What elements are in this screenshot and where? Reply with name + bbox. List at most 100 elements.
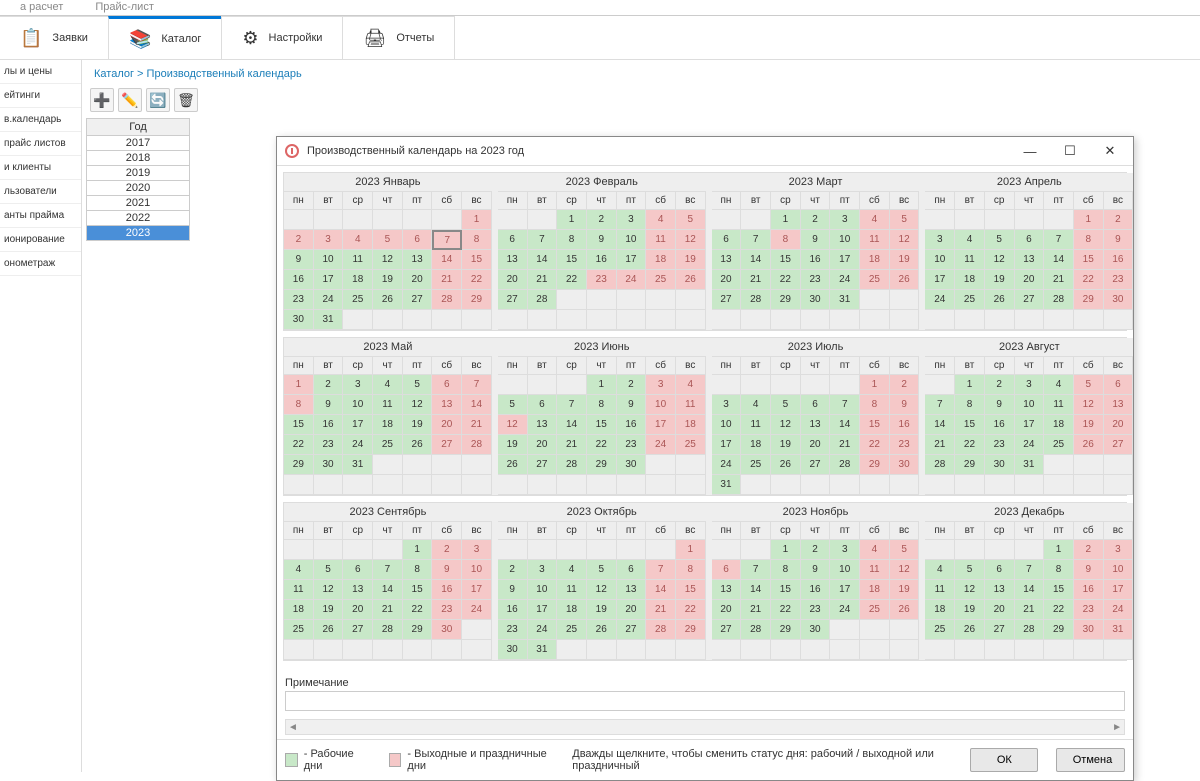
- day-cell[interactable]: 24: [646, 435, 676, 455]
- day-cell[interactable]: 18: [646, 250, 676, 270]
- day-cell[interactable]: 9: [617, 395, 647, 415]
- day-cell[interactable]: 2: [1104, 210, 1134, 230]
- day-cell[interactable]: 24: [830, 270, 860, 290]
- day-cell[interactable]: 30: [1074, 620, 1104, 640]
- day-cell[interactable]: 7: [1015, 560, 1045, 580]
- day-cell[interactable]: 15: [284, 415, 314, 435]
- day-cell[interactable]: 22: [676, 600, 706, 620]
- day-cell[interactable]: 23: [985, 435, 1015, 455]
- day-cell[interactable]: 7: [741, 230, 771, 250]
- day-cell[interactable]: 11: [676, 395, 706, 415]
- day-cell[interactable]: 25: [955, 290, 985, 310]
- day-cell[interactable]: 31: [1015, 455, 1045, 475]
- day-cell[interactable]: 13: [801, 415, 831, 435]
- day-cell[interactable]: 11: [373, 395, 403, 415]
- day-cell[interactable]: 31: [528, 640, 558, 660]
- day-cell[interactable]: 20: [343, 600, 373, 620]
- day-cell[interactable]: 5: [890, 210, 920, 230]
- day-cell[interactable]: 30: [314, 455, 344, 475]
- day-cell[interactable]: 23: [890, 435, 920, 455]
- day-cell[interactable]: 6: [1104, 375, 1134, 395]
- day-cell[interactable]: 7: [1044, 230, 1074, 250]
- day-cell[interactable]: 19: [890, 580, 920, 600]
- day-cell[interactable]: 6: [343, 560, 373, 580]
- day-cell[interactable]: 28: [432, 290, 462, 310]
- day-cell[interactable]: 6: [985, 560, 1015, 580]
- day-cell[interactable]: 14: [557, 415, 587, 435]
- day-cell[interactable]: 12: [403, 395, 433, 415]
- day-cell[interactable]: 2: [284, 230, 314, 250]
- day-cell[interactable]: 29: [860, 455, 890, 475]
- day-cell[interactable]: 2: [617, 375, 647, 395]
- minimize-button[interactable]: —: [1015, 141, 1045, 161]
- day-cell[interactable]: 13: [1015, 250, 1045, 270]
- day-cell[interactable]: 28: [528, 290, 558, 310]
- day-cell[interactable]: 6: [498, 230, 528, 250]
- day-cell[interactable]: 18: [343, 270, 373, 290]
- day-cell[interactable]: 10: [462, 560, 492, 580]
- day-cell[interactable]: 26: [985, 290, 1015, 310]
- day-cell[interactable]: 19: [771, 435, 801, 455]
- maximize-button[interactable]: ☐: [1055, 141, 1085, 161]
- day-cell[interactable]: 30: [432, 620, 462, 640]
- day-cell[interactable]: 29: [1044, 620, 1074, 640]
- day-cell[interactable]: 17: [314, 270, 344, 290]
- day-cell[interactable]: 10: [314, 250, 344, 270]
- day-cell[interactable]: 6: [403, 230, 433, 250]
- day-cell[interactable]: 5: [1074, 375, 1104, 395]
- day-cell[interactable]: 27: [985, 620, 1015, 640]
- day-cell[interactable]: 1: [771, 210, 801, 230]
- day-cell[interactable]: 23: [1074, 600, 1104, 620]
- day-cell[interactable]: 24: [343, 435, 373, 455]
- day-cell[interactable]: 26: [403, 435, 433, 455]
- top-tab[interactable]: а расчет: [4, 0, 79, 15]
- day-cell[interactable]: 6: [528, 395, 558, 415]
- day-cell[interactable]: 4: [860, 540, 890, 560]
- day-cell[interactable]: 5: [587, 560, 617, 580]
- day-cell[interactable]: 23: [314, 435, 344, 455]
- day-cell[interactable]: 23: [432, 600, 462, 620]
- day-cell[interactable]: 27: [498, 290, 528, 310]
- day-cell[interactable]: 11: [860, 230, 890, 250]
- day-cell[interactable]: 21: [830, 435, 860, 455]
- day-cell[interactable]: 11: [284, 580, 314, 600]
- day-cell[interactable]: 30: [617, 455, 647, 475]
- day-cell[interactable]: 14: [646, 580, 676, 600]
- day-cell[interactable]: 20: [617, 600, 647, 620]
- day-cell[interactable]: 15: [587, 415, 617, 435]
- day-cell[interactable]: 19: [373, 270, 403, 290]
- day-cell[interactable]: 5: [314, 560, 344, 580]
- sidebar-item[interactable]: ейтинги: [0, 84, 81, 108]
- day-cell[interactable]: 17: [617, 250, 647, 270]
- day-cell[interactable]: 4: [741, 395, 771, 415]
- day-cell[interactable]: 9: [890, 395, 920, 415]
- edit-button[interactable]: ✏️: [118, 88, 142, 112]
- day-cell[interactable]: 24: [617, 270, 647, 290]
- day-cell[interactable]: 3: [830, 210, 860, 230]
- day-cell[interactable]: 16: [432, 580, 462, 600]
- day-cell[interactable]: 12: [587, 580, 617, 600]
- day-cell[interactable]: 22: [1044, 600, 1074, 620]
- sidebar-item[interactable]: ионирование: [0, 228, 81, 252]
- day-cell[interactable]: 18: [284, 600, 314, 620]
- day-cell[interactable]: 22: [462, 270, 492, 290]
- day-cell[interactable]: 16: [801, 250, 831, 270]
- day-cell[interactable]: 1: [955, 375, 985, 395]
- day-cell[interactable]: 18: [373, 415, 403, 435]
- day-cell[interactable]: 8: [771, 560, 801, 580]
- day-cell[interactable]: 15: [1074, 250, 1104, 270]
- day-cell[interactable]: 9: [587, 230, 617, 250]
- day-cell[interactable]: 9: [284, 250, 314, 270]
- day-cell[interactable]: 15: [462, 250, 492, 270]
- day-cell[interactable]: 25: [676, 435, 706, 455]
- day-cell[interactable]: 24: [314, 290, 344, 310]
- day-cell[interactable]: 27: [432, 435, 462, 455]
- day-cell[interactable]: 15: [955, 415, 985, 435]
- day-cell[interactable]: 31: [314, 310, 344, 330]
- day-cell[interactable]: 17: [830, 580, 860, 600]
- sidebar-item[interactable]: в.календарь: [0, 108, 81, 132]
- year-item[interactable]: 2017: [86, 136, 190, 151]
- day-cell[interactable]: 11: [343, 250, 373, 270]
- day-cell[interactable]: 27: [403, 290, 433, 310]
- day-cell[interactable]: 30: [284, 310, 314, 330]
